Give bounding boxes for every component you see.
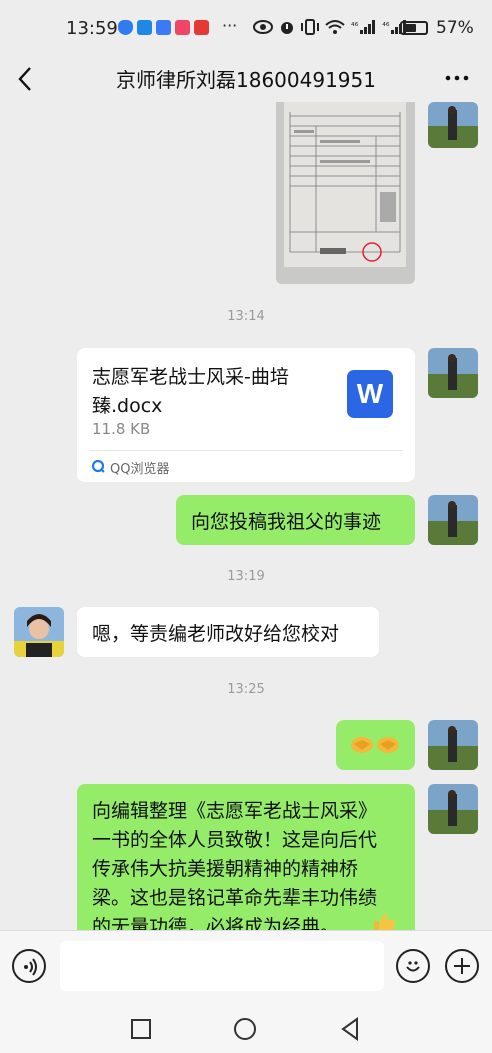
more-notifications-icon: ··· (222, 16, 238, 35)
app-icon-pink (175, 20, 190, 35)
app-icon-red (194, 20, 209, 35)
timestamp: 13:19 (227, 569, 265, 584)
voice-icon (24, 958, 37, 976)
emoji-button[interactable] (396, 949, 430, 983)
avatar-photo (428, 348, 478, 398)
signal-icon-1 (360, 20, 376, 34)
home-circle-icon[interactable] (233, 1017, 257, 1041)
file-name-line-2: 臻.docx (92, 395, 163, 417)
self-avatar[interactable] (428, 720, 478, 770)
contact-avatar[interactable] (14, 607, 64, 657)
handshake-emoji-icon (377, 737, 399, 753)
status-time: 13:59 (66, 18, 118, 39)
sent-image-message[interactable] (276, 102, 415, 284)
chrome-app-icon (156, 20, 171, 35)
avatar-photo (428, 495, 478, 545)
file-source: QQ浏览器 (110, 462, 170, 477)
more-options-icon[interactable] (442, 66, 472, 90)
file-message[interactable]: 志愿军老战士风采-曲培 臻.docx 11.8 KB W QQ浏览器 (77, 348, 415, 482)
alarm-icon (281, 22, 293, 34)
self-avatar[interactable] (428, 784, 478, 834)
status-bar: 13:59 ··· ⁴⁶ ⁴⁶ 57% (0, 0, 492, 58)
document-photo (276, 102, 415, 284)
self-avatar[interactable] (428, 348, 478, 398)
more-actions-button[interactable] (445, 949, 479, 983)
file-size: 11.8 KB (92, 420, 151, 438)
chat-title: 京师律所刘磊18600491951 (116, 68, 376, 92)
timestamp: 13:25 (227, 682, 265, 697)
wifi-icon (325, 20, 345, 34)
cloud-app-icon (137, 20, 152, 35)
signal-label-1: ⁴⁶ (351, 22, 359, 32)
message-line-3: 传承伟大抗美援朝精神的精神桥 (92, 858, 359, 880)
shield-app-icon (118, 20, 133, 35)
message-input[interactable] (60, 941, 384, 991)
self-avatar[interactable] (428, 102, 478, 148)
plus-icon (454, 958, 470, 974)
avatar-photo (428, 720, 478, 770)
avatar-photo (428, 784, 478, 834)
file-divider (89, 450, 403, 451)
battery-percent: 57% (436, 18, 474, 38)
message-line-5: 的无量功德，必将成为经典。 (92, 916, 340, 930)
message-line-2: 一书的全体人员致敬！这是向后代 (92, 829, 378, 851)
sent-long-message[interactable]: 向编辑整理《志愿军老战士风采》 一书的全体人员致敬！这是向后代 传承伟大抗美援朝… (77, 784, 415, 930)
thumbs-up-emoji-icon (374, 913, 395, 930)
signal-label-2: ⁴⁶ (382, 22, 390, 32)
battery-icon (400, 21, 428, 35)
message-line-4: 梁。这也是铭记革命先辈丰功伟绩 (92, 887, 378, 909)
handshake-emoji-icon (351, 737, 373, 753)
timestamp: 13:14 (227, 309, 265, 324)
vibrate-icon (301, 19, 319, 35)
qq-browser-icon (91, 459, 105, 473)
input-bar (0, 930, 492, 1006)
chat-header: 京师律所刘磊18600491951 (0, 58, 492, 102)
avatar-photo (428, 102, 478, 148)
word-file-icon: W (347, 370, 393, 418)
smiley-icon (406, 961, 420, 972)
voice-input-button[interactable] (12, 949, 46, 983)
system-navigation-bar (0, 1006, 492, 1053)
self-avatar[interactable] (428, 495, 478, 545)
file-name-line-1: 志愿军老战士风采-曲培 (92, 366, 289, 388)
back-triangle-icon[interactable] (339, 1017, 361, 1041)
eye-icon (253, 20, 273, 34)
received-text-message[interactable]: 嗯，等责编老师改好给您校对 (77, 607, 379, 657)
sent-text-message[interactable]: 向您投稿我祖父的事迹 (176, 495, 415, 545)
sent-emoji-message[interactable] (336, 720, 415, 770)
message-text: 嗯，等责编老师改好给您校对 (92, 623, 340, 645)
message-line-1: 向编辑整理《志愿军老战士风采》 (92, 800, 378, 822)
message-list[interactable]: 13:14 志愿军老战士风采-曲培 臻.docx 11.8 KB W QQ浏览器… (0, 102, 492, 930)
notification-icons (118, 20, 209, 35)
message-text: 向您投稿我祖父的事迹 (191, 511, 382, 533)
status-indicators: ⁴⁶ ⁴⁶ (253, 19, 407, 35)
avatar-photo (14, 607, 64, 657)
recents-square-icon[interactable] (130, 1018, 152, 1040)
